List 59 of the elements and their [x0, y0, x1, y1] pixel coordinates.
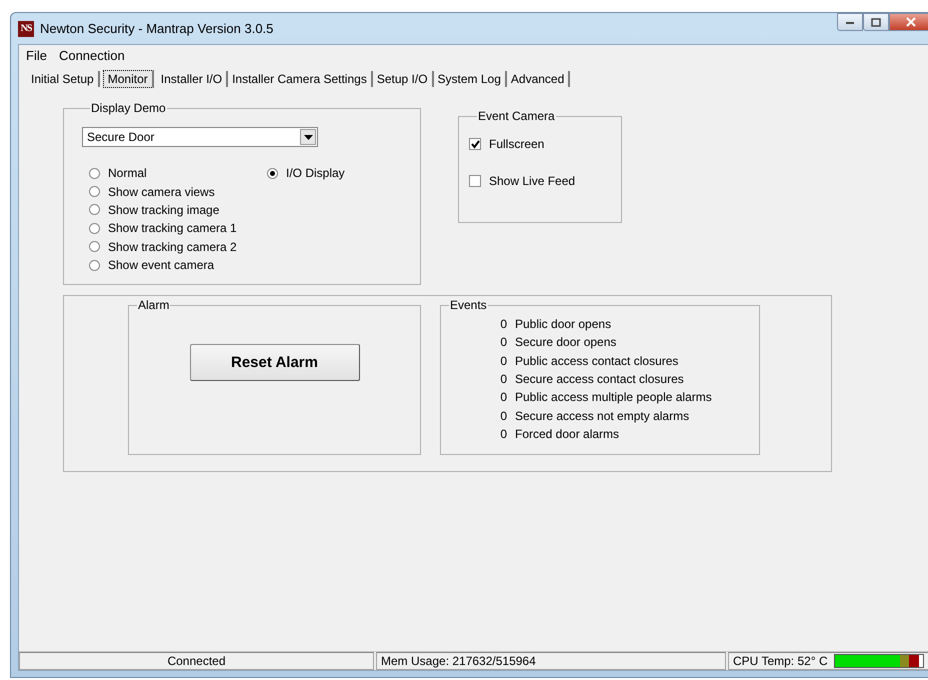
radio-button[interactable]	[267, 168, 278, 179]
event-label: Public access contact closures	[515, 354, 678, 368]
maximize-button[interactable]	[863, 13, 889, 31]
group-title: Alarm	[137, 298, 170, 312]
minimize-button[interactable]	[837, 13, 863, 31]
tab[interactable]: Installer I/O	[156, 71, 228, 87]
maximize-icon	[871, 18, 881, 26]
memory-usage: Mem Usage: 217632/515964	[376, 652, 726, 670]
close-button[interactable]	[889, 13, 928, 31]
radio-option[interactable]: Show event camera	[89, 256, 267, 274]
group-title: Display Demo	[90, 101, 167, 115]
event-label: Public door opens	[515, 317, 612, 332]
radio-button[interactable]	[89, 186, 100, 198]
checkbox[interactable]	[469, 138, 481, 150]
event-count: 0	[499, 317, 507, 332]
connection-status: Connected	[19, 652, 374, 670]
event-count: 0	[499, 372, 507, 386]
tab[interactable]: Initial Setup	[27, 71, 100, 87]
event-label: Forced door alarms	[515, 426, 620, 441]
tab[interactable]: Setup I/O	[372, 71, 434, 87]
event-label: Secure door opens	[515, 335, 616, 350]
event-label: Public access multiple people alarms	[515, 390, 712, 404]
radio-option[interactable]: I/O Display	[267, 164, 420, 182]
group-title: Events	[449, 298, 488, 312]
menu-item[interactable]: Connection	[54, 48, 131, 62]
tab[interactable]: System Log	[434, 71, 507, 87]
tab[interactable]: Monitor	[102, 70, 154, 88]
minimize-icon	[845, 19, 855, 25]
close-icon	[905, 17, 917, 27]
app-logo: NS	[18, 20, 34, 36]
event-count: 0	[499, 408, 507, 423]
radio-button[interactable]	[89, 168, 100, 179]
checkbox-option[interactable]: Show Live Feed	[469, 166, 621, 196]
radio-option[interactable]: Show camera views	[89, 182, 267, 201]
event-count: 0	[499, 335, 507, 350]
radio-option[interactable]: Show tracking camera 1	[89, 219, 267, 238]
event-count: 0	[499, 390, 507, 404]
radio-button[interactable]	[89, 260, 100, 271]
radio-button[interactable]	[89, 222, 100, 234]
checkbox-option[interactable]: Fullscreen	[469, 137, 621, 151]
event-label: Secure access contact closures	[515, 372, 684, 386]
window-title: Newton Security - Mantrap Version 3.0.5	[40, 21, 274, 36]
radio-option[interactable]: Show tracking camera 2	[89, 238, 267, 256]
checkbox[interactable]	[469, 175, 481, 187]
group-title: Event Camera	[477, 109, 556, 123]
radio-option[interactable]: Normal	[89, 164, 267, 182]
meter-danger-zone	[908, 655, 920, 667]
tab[interactable]: Installer Camera Settings	[228, 71, 373, 87]
reset-alarm-button[interactable]: Reset Alarm	[190, 344, 360, 381]
event-count: 0	[499, 354, 507, 368]
tab[interactable]: Advanced	[506, 71, 570, 87]
mode-dropdown[interactable]: Secure Door	[82, 127, 318, 147]
menu-item[interactable]: File	[22, 48, 53, 62]
radio-option[interactable]: Show tracking image	[89, 200, 267, 220]
cpu-temperature: CPU Temp: 52° C	[733, 654, 828, 668]
radio-button[interactable]	[89, 241, 100, 252]
radio-button[interactable]	[89, 204, 100, 216]
event-count: 0	[499, 426, 507, 441]
event-label: Secure access not empty alarms	[515, 408, 690, 423]
